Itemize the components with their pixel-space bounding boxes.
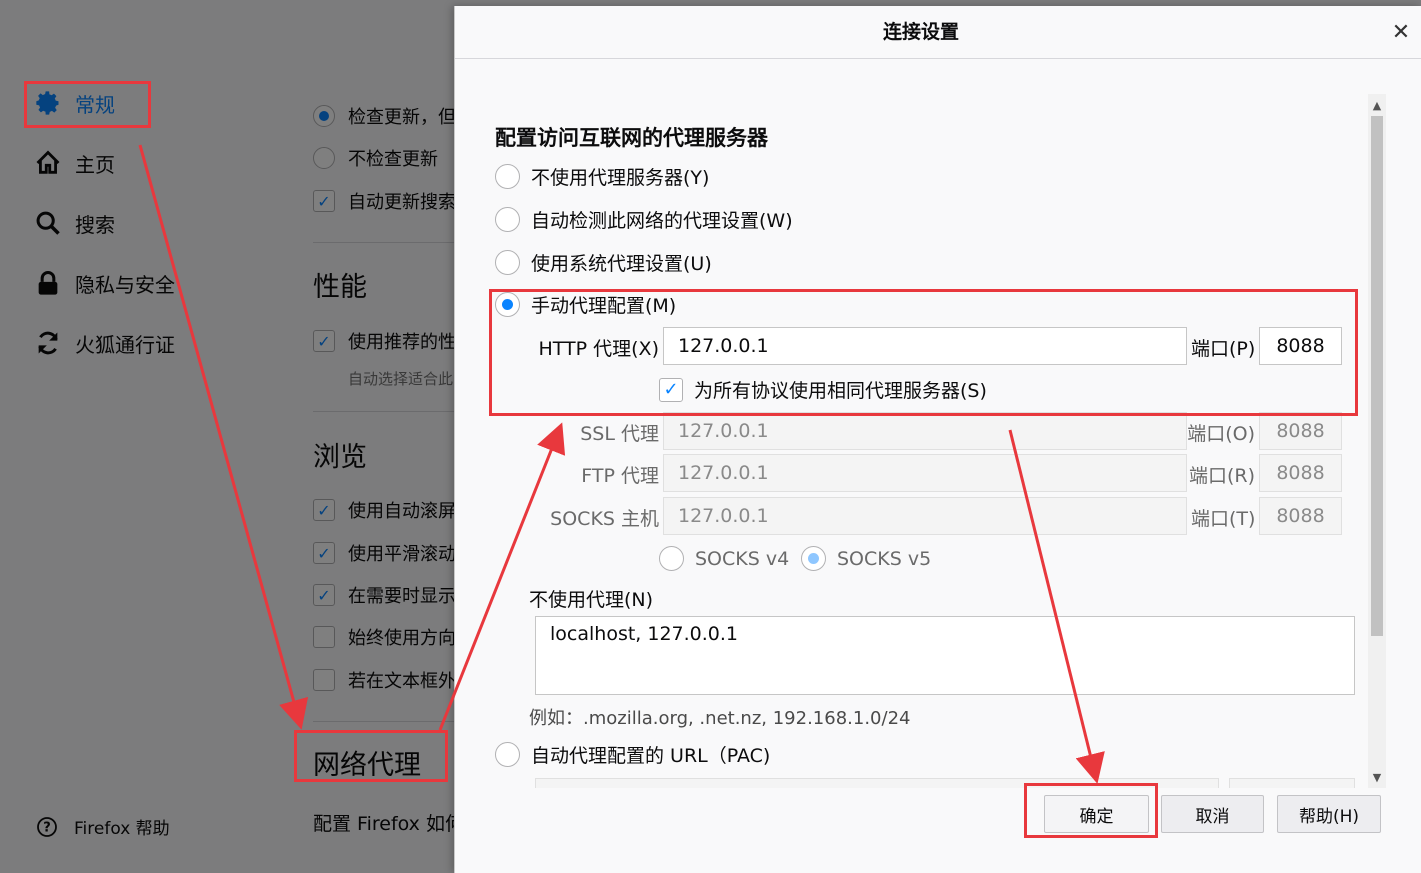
socks-host-label: SOCKS 主机 bbox=[550, 508, 659, 530]
socks-v5-radio[interactable]: SOCKS v5 bbox=[801, 546, 931, 571]
proxy-heading: 配置访问互联网的代理服务器 bbox=[495, 126, 768, 150]
pac-reload-button[interactable] bbox=[1229, 778, 1355, 788]
scrollbar[interactable]: ▲ ▼ bbox=[1368, 94, 1386, 788]
socks-port-input[interactable]: 8088 bbox=[1259, 497, 1342, 535]
ftp-proxy-label: FTP 代理 bbox=[581, 465, 659, 487]
ftp-port-input[interactable]: 8088 bbox=[1259, 454, 1342, 492]
annotation-box-manual-proxy bbox=[489, 289, 1358, 416]
no-proxy-for-textarea[interactable]: localhost, 127.0.0.1 bbox=[535, 616, 1355, 695]
ssl-proxy-input[interactable]: 127.0.0.1 bbox=[663, 412, 1187, 450]
socks-v4-radio[interactable]: SOCKS v4 bbox=[659, 546, 789, 571]
ftp-proxy-input[interactable]: 127.0.0.1 bbox=[663, 454, 1187, 492]
scrollbar-thumb[interactable] bbox=[1371, 116, 1383, 636]
ssl-port-input[interactable]: 8088 bbox=[1259, 412, 1342, 450]
divider bbox=[455, 58, 1421, 59]
pac-url-radio[interactable]: 自动代理配置的 URL（PAC) bbox=[495, 741, 770, 768]
annotation-box-general bbox=[24, 81, 151, 128]
help-button[interactable]: 帮助(H) bbox=[1277, 795, 1381, 833]
no-proxy-radio[interactable]: 不使用代理服务器(Y) bbox=[495, 163, 709, 190]
system-proxy-radio[interactable]: 使用系统代理设置(U) bbox=[495, 249, 712, 276]
no-proxy-for-label: 不使用代理(N) bbox=[529, 589, 654, 611]
close-icon[interactable]: ✕ bbox=[1387, 18, 1415, 46]
no-proxy-example: 例如：.mozilla.org, .net.nz, 192.168.1.0/24 bbox=[529, 708, 911, 729]
cancel-button[interactable]: 取消 bbox=[1161, 795, 1264, 833]
annotation-box-ok bbox=[1024, 783, 1158, 838]
ftp-port-label: 端口(R) bbox=[1188, 465, 1255, 487]
ssl-proxy-label: SSL 代理 bbox=[580, 423, 659, 445]
socks-port-label: 端口(T) bbox=[1191, 508, 1256, 530]
auto-detect-radio[interactable]: 自动检测此网络的代理设置(W) bbox=[495, 206, 793, 233]
scroll-down-icon[interactable]: ▼ bbox=[1368, 768, 1386, 786]
connection-settings-dialog: 连接设置 ✕ 配置访问互联网的代理服务器 不使用代理服务器(Y) 自动检测此网络… bbox=[454, 6, 1421, 873]
dialog-title: 连接设置 bbox=[882, 21, 959, 43]
socks-host-input[interactable]: 127.0.0.1 bbox=[663, 497, 1187, 535]
annotation-box-network-proxy bbox=[294, 730, 448, 782]
ssl-port-label: 端口(O) bbox=[1187, 423, 1255, 445]
scroll-up-icon[interactable]: ▲ bbox=[1368, 96, 1386, 114]
